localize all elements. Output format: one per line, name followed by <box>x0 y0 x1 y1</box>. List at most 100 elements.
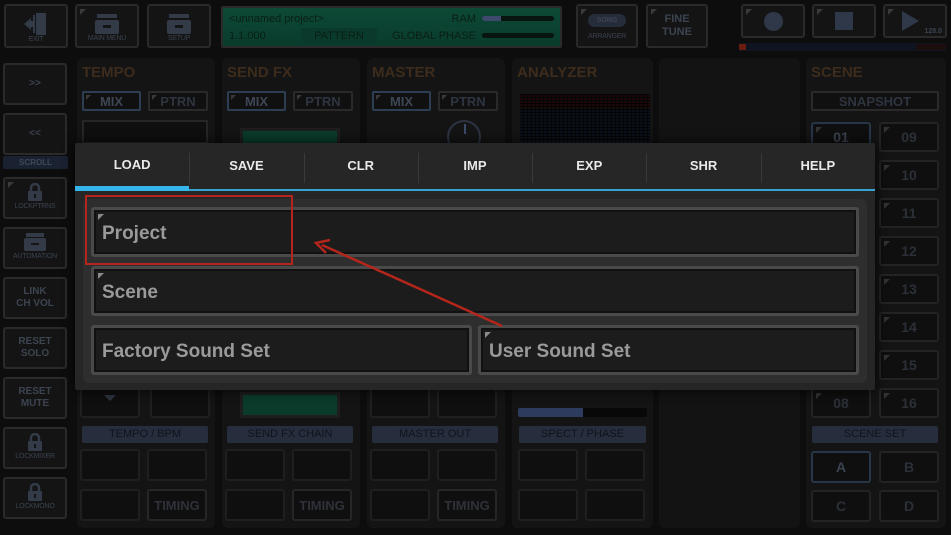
corner-indicator <box>884 355 890 361</box>
scroll-back-button[interactable]: << <box>3 113 67 155</box>
pad[interactable] <box>292 449 352 481</box>
tempo-mix-button[interactable]: MIX <box>82 91 141 111</box>
fine-tune-button[interactable]: FINE TUNE <box>646 4 708 48</box>
arranger-button[interactable]: SONG ARRANGER <box>576 4 638 48</box>
scene-slot-12[interactable]: 12 <box>879 236 939 266</box>
send-fx-chain-label: SEND FX CHAIN <box>227 426 353 443</box>
corner-indicator <box>888 9 894 15</box>
pad[interactable] <box>370 388 430 418</box>
corner-indicator <box>884 393 890 399</box>
link-ch-vol-line2: CH VOL <box>16 298 54 309</box>
reset-mute-line1: RESET <box>18 386 52 397</box>
scene-set-d[interactable]: D <box>879 490 939 522</box>
load-factory-sound-set-button[interactable]: Factory Sound Set <box>91 325 472 375</box>
load-scene-button[interactable]: Scene <box>91 266 859 316</box>
send-fx-slot-bottom[interactable] <box>240 392 340 418</box>
spect-phase-slider[interactable] <box>518 408 647 417</box>
scene-set-b[interactable]: B <box>879 451 939 483</box>
scene-set-c[interactable]: C <box>811 490 871 522</box>
scene-slot-label: 12 <box>901 243 917 259</box>
pad[interactable] <box>437 449 497 481</box>
scene-slot-10[interactable]: 10 <box>879 160 939 190</box>
pad[interactable] <box>370 449 430 481</box>
tab-load[interactable]: LOAD <box>75 143 190 191</box>
scene-set-label: A <box>835 459 847 475</box>
scene-slot-09[interactable]: 09 <box>879 122 939 152</box>
corner-indicator <box>884 241 890 247</box>
pad[interactable] <box>437 388 497 418</box>
master-mix-button[interactable]: MIX <box>372 91 431 111</box>
bpm-readout: 128.0 <box>924 28 942 35</box>
load-user-sound-set-button[interactable]: User Sound Set <box>478 325 859 375</box>
scroll-label: SCROLL <box>3 156 68 169</box>
stop-button[interactable] <box>812 4 876 38</box>
pad[interactable] <box>518 449 578 481</box>
pad[interactable] <box>147 449 207 481</box>
song-progress-strip[interactable] <box>739 43 946 51</box>
reset-solo-button[interactable]: RESET SOLO <box>3 327 67 369</box>
automation-button[interactable]: AUTOMATION <box>3 227 67 269</box>
pad[interactable] <box>585 449 645 481</box>
fine-tune-label-line1: FINE <box>664 13 690 25</box>
send-fx-ptrn-button[interactable]: PTRN <box>293 91 353 111</box>
pad[interactable] <box>225 489 285 521</box>
lock-icon <box>28 433 42 451</box>
lock-mixer-button[interactable]: LOCKMIXER <box>3 427 67 469</box>
pad[interactable] <box>80 489 140 521</box>
lock-mono-button[interactable]: LOCKMONO <box>3 477 67 519</box>
tab-exp[interactable]: EXP <box>532 143 647 191</box>
scene-slot-08[interactable]: 08 <box>811 388 871 418</box>
record-button[interactable] <box>741 4 805 38</box>
master-ptrn-button[interactable]: PTRN <box>438 91 498 111</box>
pad[interactable] <box>585 489 645 521</box>
tab-save[interactable]: SAVE <box>189 143 304 191</box>
scene-slot-16[interactable]: 16 <box>879 388 939 418</box>
mix-label: MIX <box>244 93 269 109</box>
mode-indicator[interactable]: PATTERN <box>301 28 377 44</box>
pad[interactable] <box>80 449 140 481</box>
drawer-icon <box>24 233 46 251</box>
tempo-timing-button[interactable]: TIMING <box>147 489 207 521</box>
pad[interactable] <box>518 489 578 521</box>
tab-label: SHR <box>689 157 718 173</box>
tempo-ptrn-button[interactable]: PTRN <box>148 91 208 111</box>
tab-help[interactable]: HELP <box>760 143 875 191</box>
tab-label: SAVE <box>229 157 264 173</box>
loop-end-zone <box>916 44 946 50</box>
lock-patterns-button[interactable]: LOCKPTRNS <box>3 177 67 219</box>
tab-label: EXP <box>576 157 603 173</box>
setup-button[interactable]: SETUP <box>147 4 211 48</box>
load-project-button[interactable]: Project <box>91 207 859 257</box>
reset-solo-line1: RESET <box>18 336 52 347</box>
play-button[interactable]: 128.0 <box>883 4 947 38</box>
scene-set-label: C <box>835 498 847 514</box>
pad[interactable] <box>370 489 430 521</box>
corner-indicator <box>8 182 14 188</box>
tempo-down-button[interactable] <box>80 388 140 418</box>
fine-tune-label-line2: TUNE <box>662 26 692 38</box>
scroll-forward-button[interactable]: >> <box>3 63 67 105</box>
exit-button[interactable]: EXIT <box>4 4 68 48</box>
scene-set-a[interactable]: A <box>811 451 871 483</box>
tab-label: HELP <box>800 157 836 173</box>
tempo-up-button[interactable] <box>150 388 210 418</box>
scene-slot-14[interactable]: 14 <box>879 312 939 342</box>
scene-slot-label: 16 <box>901 395 917 411</box>
drawer-icon <box>167 14 191 34</box>
scene-slot-13[interactable]: 13 <box>879 274 939 304</box>
tab-shr[interactable]: SHR <box>646 143 761 191</box>
send-fx-timing-button[interactable]: TIMING <box>292 489 352 521</box>
pad[interactable] <box>225 449 285 481</box>
snapshot-button[interactable]: SNAPSHOT <box>811 91 939 111</box>
tempo-display[interactable] <box>82 120 208 144</box>
master-timing-button[interactable]: TIMING <box>437 489 497 521</box>
tab-imp[interactable]: IMP <box>417 143 533 191</box>
stop-icon <box>835 12 853 30</box>
scene-slot-15[interactable]: 15 <box>879 350 939 380</box>
tab-clr[interactable]: CLR <box>303 143 418 191</box>
scene-slot-11[interactable]: 11 <box>879 198 939 228</box>
reset-mute-button[interactable]: RESET MUTE <box>3 377 67 419</box>
send-fx-mix-button[interactable]: MIX <box>227 91 286 111</box>
main-menu-button[interactable]: MAIN MENU <box>75 4 139 48</box>
link-ch-vol-button[interactable]: LINK CH VOL <box>3 277 67 319</box>
